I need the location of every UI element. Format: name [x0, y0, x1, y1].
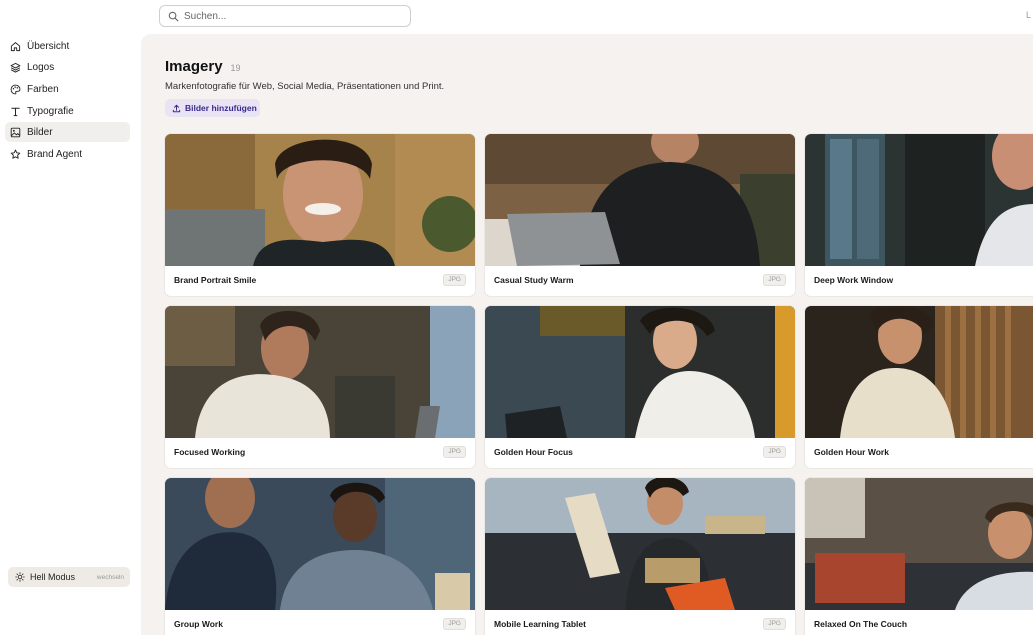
- file-type-badge: JPG: [763, 446, 786, 458]
- home-icon: [10, 41, 21, 51]
- image-card-mobile-learning-tablet[interactable]: Mobile Learning Tablet JPG: [485, 478, 795, 635]
- photo-group-work: [165, 478, 475, 610]
- image-thumbnail[interactable]: [165, 306, 475, 438]
- image-name: Group Work: [174, 619, 223, 629]
- image-name: Casual Study Warm: [494, 275, 574, 285]
- image-name: Golden Hour Work: [814, 447, 889, 457]
- sidebar: Übersicht Logos Farben Typografie Bilder…: [0, 34, 141, 635]
- image-card-brand-portrait-smile[interactable]: Brand Portrait Smile JPG: [165, 134, 475, 296]
- sidebar-item-label: Übersicht: [27, 40, 70, 52]
- top-bar: L: [0, 0, 1033, 34]
- sidebar-item-farben[interactable]: Farben: [5, 79, 130, 99]
- image-count: 19: [230, 63, 241, 73]
- file-type-badge: JPG: [443, 618, 466, 630]
- page-subtitle: Markenfotografie für Web, Social Media, …: [165, 81, 445, 92]
- image-thumbnail[interactable]: [165, 134, 475, 266]
- sidebar-item-label: Brand Agent: [27, 148, 83, 160]
- file-type-badge: JPG: [763, 618, 786, 630]
- theme-mode-toggle[interactable]: Hell Modus wechseln: [8, 567, 130, 587]
- top-right-text[interactable]: L: [1026, 10, 1031, 20]
- sidebar-item-label: Typografie: [27, 105, 74, 117]
- sidebar-item-typografie[interactable]: Typografie: [5, 101, 130, 121]
- image-card-golden-hour-focus[interactable]: Golden Hour Focus JPG: [485, 306, 795, 468]
- palette-icon: [10, 84, 21, 94]
- file-type-badge: JPG: [443, 274, 466, 286]
- page-title: Imagery: [165, 58, 223, 75]
- main-content: Imagery 19 Markenfotografie für Web, Soc…: [141, 34, 1033, 635]
- photo-portrait-smile: [165, 134, 475, 266]
- image-thumbnail[interactable]: [805, 306, 1033, 438]
- image-name: Deep Work Window: [814, 275, 894, 285]
- image-card-deep-work-window[interactable]: Deep Work Window JPG: [805, 134, 1033, 296]
- sidebar-item-label: Farben: [27, 83, 59, 95]
- search-input[interactable]: [184, 10, 404, 22]
- image-thumbnail[interactable]: [485, 306, 795, 438]
- photo-deep-work-window: [805, 134, 1033, 266]
- image-name: Focused Working: [174, 447, 246, 457]
- photo-golden-hour-focus: [485, 306, 795, 438]
- theme-mode-label: Hell Modus: [30, 572, 76, 582]
- image-thumbnail[interactable]: [485, 134, 795, 266]
- image-thumbnail[interactable]: [805, 134, 1033, 266]
- search-icon: [168, 11, 179, 21]
- add-images-label: Bilder hinzufügen: [185, 103, 257, 113]
- photo-focused-working: [165, 306, 475, 438]
- photo-mobile-learning: [485, 478, 795, 610]
- image-card-golden-hour-work[interactable]: Golden Hour Work JPG: [805, 306, 1033, 468]
- page-header: Imagery 19: [165, 58, 241, 75]
- search-box[interactable]: [159, 5, 411, 27]
- sidebar-item-logos[interactable]: Logos: [5, 57, 130, 77]
- file-type-badge: JPG: [443, 446, 466, 458]
- sidebar-item-bilder[interactable]: Bilder: [5, 122, 130, 142]
- type-icon: [11, 107, 20, 116]
- image-card-group-work[interactable]: Group Work JPG: [165, 478, 475, 635]
- theme-switch-label[interactable]: wechseln: [97, 574, 124, 581]
- file-type-badge: JPG: [763, 274, 786, 286]
- sun-icon: [15, 572, 25, 582]
- image-name: Golden Hour Focus: [494, 447, 573, 457]
- star-icon: [10, 149, 21, 159]
- image-card-focused-working[interactable]: Focused Working JPG: [165, 306, 475, 468]
- sidebar-item-label: Bilder: [27, 126, 53, 138]
- image-card-casual-study-warm[interactable]: Casual Study Warm JPG: [485, 134, 795, 296]
- image-thumbnail[interactable]: [165, 478, 475, 610]
- upload-icon: [172, 104, 181, 112]
- image-name: Relaxed On The Couch: [814, 619, 908, 629]
- photo-relaxed-couch: [805, 478, 1033, 610]
- image-card-relaxed-on-the-couch[interactable]: Relaxed On The Couch JPG: [805, 478, 1033, 635]
- photo-golden-hour-work: [805, 306, 1033, 438]
- image-name: Brand Portrait Smile: [174, 275, 257, 285]
- add-images-button[interactable]: Bilder hinzufügen: [165, 99, 260, 117]
- sidebar-item-uebersicht[interactable]: Übersicht: [5, 36, 130, 56]
- image-thumbnail[interactable]: [485, 478, 795, 610]
- image-icon: [10, 127, 21, 137]
- sidebar-item-label: Logos: [27, 61, 55, 73]
- sidebar-item-brand-agent[interactable]: Brand Agent: [5, 144, 130, 164]
- image-thumbnail[interactable]: [805, 478, 1033, 610]
- photo-casual-study: [485, 134, 795, 266]
- layers-icon: [10, 62, 21, 73]
- image-name: Mobile Learning Tablet: [494, 619, 586, 629]
